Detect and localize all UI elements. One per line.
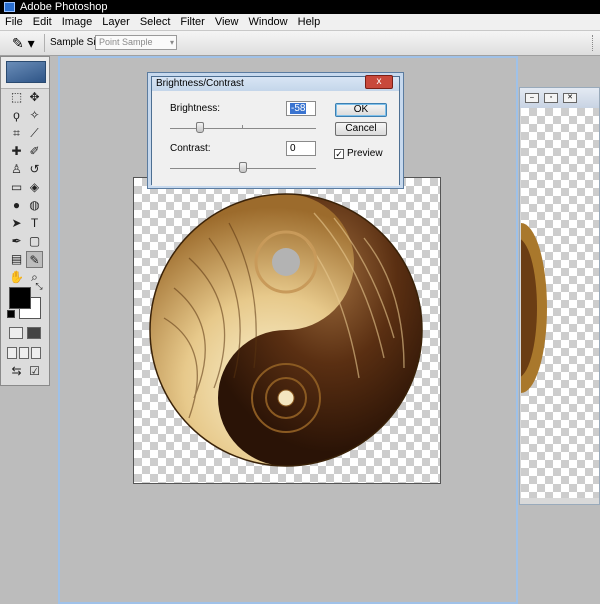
dodge-icon[interactable]: ◍ — [26, 197, 43, 214]
clone-stamp-icon[interactable]: ♙ — [8, 161, 25, 178]
contrast-label: Contrast: — [170, 143, 211, 154]
menu-layer[interactable]: Layer — [97, 14, 135, 31]
secondary-window-titlebar[interactable]: – ▫ ✕ — [520, 88, 599, 108]
secondary-canvas[interactable] — [495, 108, 599, 498]
options-divider — [44, 34, 45, 52]
quick-mask-icon[interactable] — [27, 327, 41, 339]
eraser-icon[interactable]: ▭ — [8, 179, 25, 196]
preview-checkbox[interactable]: ✓ Preview — [334, 148, 383, 159]
menu-image[interactable]: Image — [57, 14, 98, 31]
yin-yang-shell-image — [149, 193, 423, 467]
crop-icon[interactable]: ⌗ — [8, 125, 25, 142]
blur-icon[interactable]: ● — [8, 197, 25, 214]
brush-icon[interactable]: ✐ — [26, 143, 43, 160]
brightness-contrast-dialog: Brightness/Contrast x Brightness: -58 Co… — [151, 75, 400, 186]
app-title-bar: Adobe Photoshop — [0, 0, 600, 14]
dialog-title: Brightness/Contrast — [156, 78, 244, 89]
preview-label: Preview — [347, 148, 383, 159]
menu-view[interactable]: View — [210, 14, 244, 31]
jump-to-imageready-icon[interactable]: ⇆ — [8, 363, 25, 380]
lasso-icon[interactable]: ϙ — [8, 107, 25, 124]
foreground-color-swatch[interactable] — [9, 287, 31, 309]
contrast-slider-thumb[interactable] — [239, 162, 247, 173]
minimize-icon[interactable]: – — [525, 93, 539, 103]
shape-icon[interactable]: ▢ — [26, 233, 43, 250]
photoshop-logo-icon — [4, 2, 15, 12]
checkbox-checked-icon[interactable]: ✓ — [334, 149, 344, 159]
brightness-slider-center-tick — [242, 125, 243, 128]
swap-colors-icon[interactable]: ⤡ — [33, 281, 45, 291]
palette-well-grip[interactable] — [592, 35, 595, 51]
edit-in-imageready-icon[interactable]: ☑ — [26, 363, 43, 380]
slice-icon[interactable]: ⟋ — [26, 125, 43, 142]
notes-icon[interactable]: ▤ — [8, 251, 25, 268]
brightness-value: -58 — [290, 103, 307, 114]
maximize-icon[interactable]: ▫ — [544, 93, 558, 103]
toolbox: ⬚ ✥ ϙ ✧ ⌗ ⟋ ✚ ✐ ♙ ↺ ▭ ◈ ● ◍ ➤ T ✒ ▢ ▤ ✎ … — [0, 56, 50, 386]
close-icon: x — [376, 76, 382, 87]
paint-bucket-icon[interactable]: ◈ — [26, 179, 43, 196]
ok-button[interactable]: OK — [335, 103, 387, 117]
marquee-icon[interactable]: ⬚ — [8, 89, 25, 106]
brightness-slider-thumb[interactable] — [196, 122, 204, 133]
menu-edit[interactable]: Edit — [28, 14, 57, 31]
screen-mode-standard-icon[interactable] — [7, 347, 17, 359]
brightness-slider-track[interactable] — [170, 128, 316, 129]
healing-brush-icon[interactable]: ✚ — [8, 143, 25, 160]
sample-size-select[interactable]: Point Sample ▾ — [95, 35, 177, 50]
magic-wand-icon[interactable]: ✧ — [26, 107, 43, 124]
options-bar: ✎ ▾ Sample Size: Point Sample ▾ — [0, 31, 600, 56]
menu-window[interactable]: Window — [244, 14, 293, 31]
sample-size-value: Point Sample — [99, 37, 153, 47]
move-icon[interactable]: ✥ — [26, 89, 43, 106]
eyedropper-icon[interactable]: ✎ — [26, 251, 43, 268]
type-icon[interactable]: T — [26, 215, 43, 232]
chevron-down-icon: ▾ — [169, 38, 174, 47]
toolbox-header — [1, 57, 49, 89]
contrast-input[interactable]: 0 — [286, 141, 316, 156]
cancel-button[interactable]: Cancel — [335, 122, 387, 136]
feather-logo-icon[interactable] — [6, 61, 46, 83]
secondary-yin-yang-image — [495, 223, 547, 393]
eyedropper-preset-icon[interactable]: ✎ ▾ — [12, 35, 40, 51]
dialog-titlebar[interactable]: Brightness/Contrast — [152, 77, 399, 91]
path-selection-icon[interactable]: ➤ — [8, 215, 25, 232]
brightness-label: Brightness: — [170, 103, 221, 114]
menu-file[interactable]: File — [0, 14, 28, 31]
default-colors-icon[interactable] — [7, 310, 15, 318]
dialog-close-button[interactable]: x — [365, 75, 393, 89]
standard-mode-icon[interactable] — [9, 327, 23, 339]
app-title: Adobe Photoshop — [20, 1, 108, 13]
menu-select[interactable]: Select — [135, 14, 176, 31]
screen-mode-full-menu-icon[interactable] — [19, 347, 29, 359]
screen-mode-full-icon[interactable] — [31, 347, 41, 359]
image-canvas[interactable] — [133, 177, 441, 484]
dialog-body: Brightness: -58 Contrast: 0 OK Cancel ✓ P… — [152, 91, 399, 186]
history-brush-icon[interactable]: ↺ — [26, 161, 43, 178]
close-icon[interactable]: ✕ — [563, 93, 577, 103]
brightness-input[interactable]: -58 — [286, 101, 316, 116]
contrast-value: 0 — [290, 143, 296, 154]
pen-icon[interactable]: ✒ — [8, 233, 25, 250]
hand-icon[interactable]: ✋ — [8, 269, 25, 286]
menu-filter[interactable]: Filter — [175, 14, 209, 31]
menu-help[interactable]: Help — [293, 14, 326, 31]
menu-bar: File Edit Image Layer Select Filter View… — [0, 14, 600, 31]
